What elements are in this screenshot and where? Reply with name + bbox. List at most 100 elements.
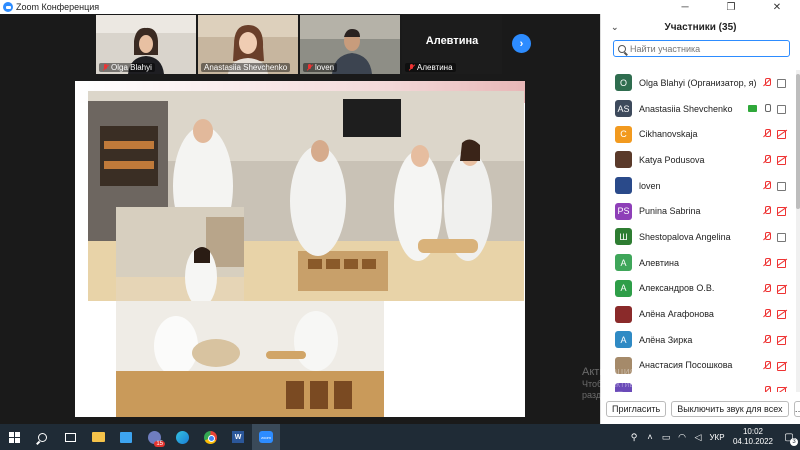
participant-avatar: O [615, 74, 632, 92]
camera-off-icon[interactable] [777, 207, 787, 217]
mic-muted-icon[interactable] [763, 155, 771, 164]
edge-icon [175, 430, 189, 444]
camera-off-icon[interactable] [777, 258, 787, 268]
scrollbar-thumb[interactable] [796, 74, 800, 209]
participants-title: Участники (35) [664, 21, 737, 33]
video-tile[interactable]: loven [300, 15, 400, 74]
zoom-icon: zoom [259, 431, 273, 443]
network-icon[interactable]: ◠ [674, 432, 690, 443]
windows-taskbar: 15 W zoom ⚲ ˄ ▭ ◠ ◁ УКР 10:02 04.10.2022… [0, 424, 800, 450]
mic-on-icon[interactable] [763, 103, 771, 113]
notification-center-button[interactable]: ▢ 3 [778, 424, 800, 450]
mic-muted-icon[interactable] [763, 283, 771, 293]
camera-off-icon[interactable] [777, 387, 787, 392]
camera-on-icon[interactable] [777, 79, 787, 88]
search-input[interactable] [629, 43, 789, 54]
participant-row[interactable]: PS Punina Sabrina [601, 198, 797, 224]
clock[interactable]: 10:02 04.10.2022 [728, 427, 778, 447]
participant-row[interactable]: А Алёна Зирка [601, 327, 797, 353]
volume-icon[interactable]: ◁ [690, 432, 706, 443]
taskbar-search-button[interactable] [28, 424, 56, 450]
messenger-button[interactable]: 15 [140, 424, 168, 450]
word-icon: W [232, 431, 244, 443]
video-name-label: Алевтина [405, 63, 456, 72]
camera-off-icon[interactable] [777, 310, 787, 320]
file-explorer-button[interactable] [84, 424, 112, 450]
participant-list: O Olga Blahyi (Организатор, я) AS Anastasii… [601, 70, 797, 392]
people-icon[interactable]: ⚲ [626, 432, 642, 443]
invite-button[interactable]: Пригласить [606, 401, 667, 417]
camera-off-icon[interactable] [777, 130, 787, 140]
participant-name: Olga Blahyi [111, 63, 152, 72]
more-options-button[interactable]: … [793, 401, 800, 417]
mic-muted-icon[interactable] [763, 129, 771, 138]
watermark-title: Активация Windows [582, 366, 684, 378]
chrome-button[interactable] [196, 424, 224, 450]
mic-muted-icon[interactable] [763, 386, 771, 392]
store-icon [120, 431, 132, 443]
zoom-logo-icon [3, 2, 13, 12]
video-tile-no-camera[interactable]: Алевтина Алевтина [402, 15, 502, 74]
video-tile-active-speaker[interactable]: Anastasiia Shevchenko [198, 15, 298, 74]
participant-row[interactable]: А Александров О.В. [601, 276, 797, 302]
participant-status-icons [763, 257, 787, 268]
participant-status-icons [763, 360, 787, 371]
mic-muted-icon[interactable] [763, 334, 771, 344]
mute-all-button[interactable]: Выключить звук для всех [671, 401, 789, 417]
video-tile[interactable]: Olga Blahyi [96, 15, 196, 74]
camera-off-icon[interactable] [777, 335, 787, 345]
notification-badge: 15 [154, 441, 165, 447]
camera-off-icon[interactable] [777, 156, 787, 166]
participant-row[interactable]: AS Anastasiia Shevchenko [601, 96, 797, 122]
mic-muted-icon[interactable] [763, 360, 771, 370]
participant-row[interactable]: Ш Shestopalova Angelina [601, 224, 797, 250]
mic-muted-icon[interactable] [763, 309, 771, 318]
camera-on-icon[interactable] [777, 181, 787, 191]
camera-tray-icon[interactable]: ▭ [658, 432, 674, 443]
mic-muted-icon[interactable] [763, 232, 771, 241]
task-view-button[interactable] [56, 424, 84, 450]
watermark-line: раздел "Параметры". [582, 390, 671, 400]
system-tray: ⚲ ˄ ▭ ◠ ◁ УКР 10:02 04.10.2022 ▢ 3 [626, 424, 800, 450]
language-indicator[interactable]: УКР [706, 433, 728, 442]
mic-muted-icon[interactable] [763, 180, 771, 190]
participant-name: Алевтина [417, 63, 453, 72]
word-button[interactable]: W [224, 424, 252, 450]
participant-row[interactable]: Алёна Агафонова [601, 301, 797, 327]
title-bar: Zoom Конференция ─ ❐ ✕ [0, 0, 800, 14]
camera-off-icon[interactable] [777, 361, 787, 371]
participant-search[interactable] [613, 40, 790, 57]
participant-name: loven [315, 63, 335, 72]
camera-on-icon[interactable] [777, 104, 787, 114]
mic-muted-icon[interactable] [763, 78, 771, 87]
windows-activation-watermark: Активация Windows Чтобы активировать Win… [582, 366, 763, 401]
start-button[interactable] [0, 424, 28, 450]
participant-row[interactable]: C Cikhanovskaja [601, 121, 797, 147]
participant-row[interactable]: O Olga Blahyi (Организатор, я) [601, 70, 797, 96]
participant-status-icons [763, 232, 787, 243]
participant-row[interactable]: А Алевтина [601, 250, 797, 276]
collapse-chevron-icon[interactable]: ⌄ [611, 22, 619, 33]
participants-header: ⌄ Участники (35) [601, 14, 800, 40]
close-button[interactable]: ✕ [754, 0, 800, 14]
participant-row[interactable]: loven [601, 173, 797, 199]
participant-row[interactable]: Katya Podusova [601, 147, 797, 173]
participant-status-icons [763, 78, 787, 88]
camera-off-icon[interactable] [777, 284, 787, 294]
minimize-button[interactable]: ─ [662, 0, 708, 14]
zoom-taskbar-button[interactable]: zoom [252, 424, 280, 450]
participant-status-icons [763, 180, 787, 191]
store-button[interactable] [112, 424, 140, 450]
participant-avatar: А [615, 331, 632, 349]
chevron-up-icon[interactable]: ˄ [642, 432, 658, 442]
mic-muted-icon[interactable] [763, 206, 771, 215]
participant-avatar: PS [615, 202, 632, 220]
next-page-button[interactable]: › [512, 34, 531, 53]
folder-icon [91, 432, 105, 442]
edge-button[interactable] [168, 424, 196, 450]
camera-on-icon[interactable] [777, 233, 787, 243]
participant-status-icons [763, 129, 787, 140]
restore-button[interactable]: ❐ [708, 0, 754, 14]
participant-avatar: AS [615, 100, 632, 118]
mic-muted-icon[interactable] [763, 257, 771, 267]
